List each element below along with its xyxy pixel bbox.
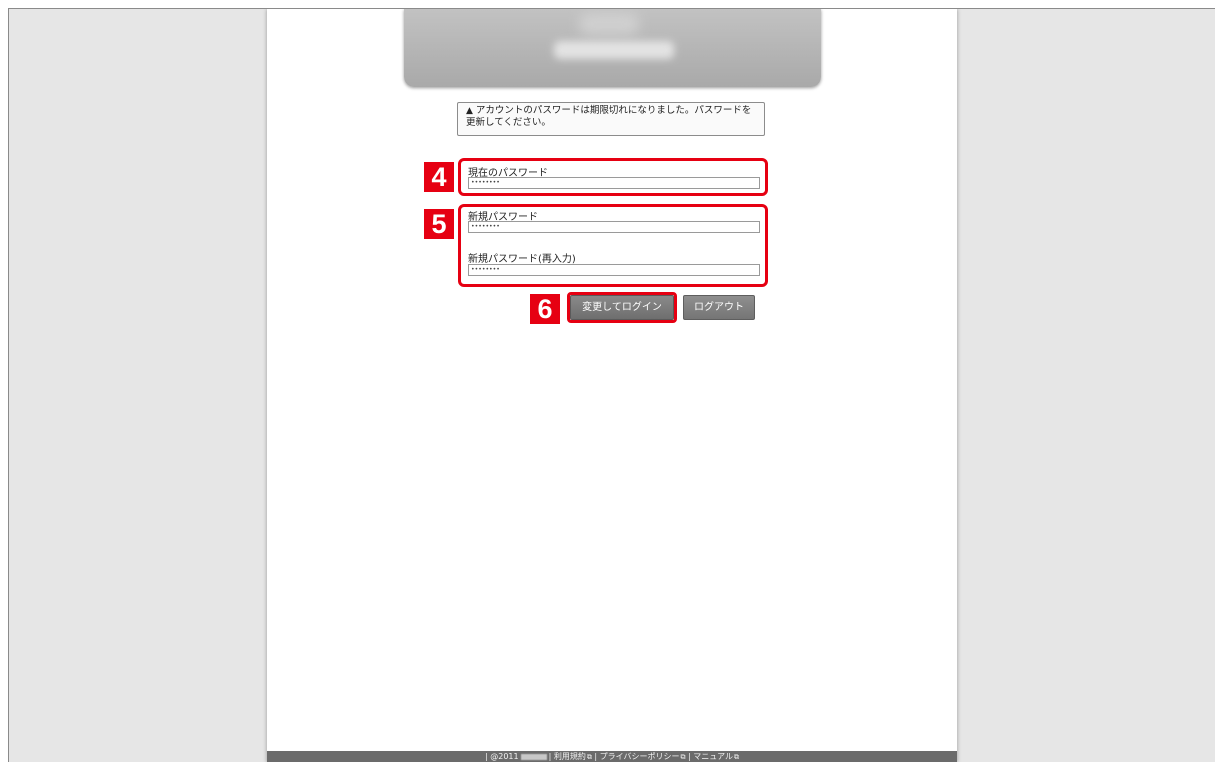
change-and-login-button-highlight — [567, 292, 677, 323]
footer-copyright: @2011 — [490, 752, 519, 761]
footer-link-terms[interactable]: 利用規約⧉ — [554, 752, 592, 761]
current-password-input[interactable]: •••••••• — [468, 177, 760, 189]
new-password-input[interactable]: •••••••• — [468, 221, 760, 233]
browser-viewport: ▲ アカウントのパスワードは期限切れになりました。パスワードを更新してください。 … — [8, 8, 1215, 762]
new-password-confirm-input[interactable]: •••••••• — [468, 264, 760, 276]
warning-triangle-icon: ▲ — [466, 106, 473, 116]
logo-glow — [579, 13, 639, 35]
password-expired-notice: ▲ アカウントのパスワードは期限切れになりました。パスワードを更新してください。 — [457, 102, 765, 136]
logo-banner — [404, 9, 821, 87]
footer-separator: | — [591, 752, 600, 761]
step-6-badge: 6 — [530, 294, 560, 324]
logout-button[interactable]: ログアウト — [683, 295, 755, 320]
step-5-badge: 5 — [424, 209, 454, 239]
footer-bar: | @2011 | 利用規約⧉ | プライバシーポリシー⧉ | マニュアル⧉ — [267, 751, 957, 762]
footer-link-privacy[interactable]: プライバシーポリシー⧉ — [600, 752, 686, 761]
step-4-badge: 4 — [424, 162, 454, 192]
notice-text: アカウントのパスワードは期限切れになりました。パスワードを更新してください。 — [466, 105, 752, 128]
new-password-confirm-label: 新規パスワード(再入力) — [468, 254, 576, 265]
blurred-company-name — [520, 753, 547, 760]
footer-link-manual[interactable]: マニュアル⧉ — [693, 752, 739, 761]
external-link-icon: ⧉ — [734, 753, 740, 761]
login-page: ▲ アカウントのパスワードは期限切れになりました。パスワードを更新してください。 … — [267, 9, 957, 762]
blurred-logo — [554, 41, 674, 59]
